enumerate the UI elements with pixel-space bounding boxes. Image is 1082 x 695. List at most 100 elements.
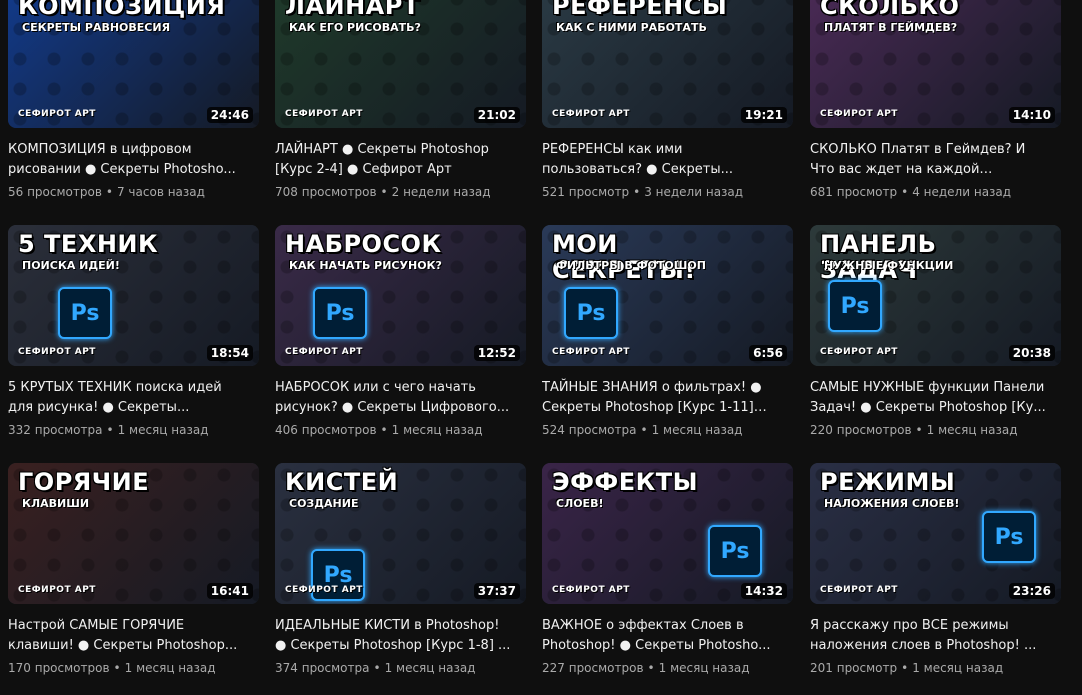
video-card[interactable]: МОИ СЕКРЕТЫ! ФИЛЬТРЫ В ФОТОШОП Ps СЕФИРОТ А… — [542, 225, 793, 437]
video-title-link[interactable]: ТАЙНЫЕ ЗНАНИЯ о фильтрах! ● Секреты Phot… — [542, 378, 778, 418]
photoshop-logo-icon: Ps — [58, 287, 112, 339]
video-card[interactable]: РЕЖИМЫ НАЛОЖЕНИЯ СЛОЕВ! Ps СЕФИРОТ АРТ 23:26… — [810, 463, 1061, 675]
thumbnail-title: ЛАЙНАРТ — [285, 0, 420, 20]
separator-dot: • — [380, 423, 388, 437]
thumbnail-subtitle: ПЛАТЯТ В ГЕЙМДЕВ? — [824, 21, 958, 34]
thumbnail-title: КИСТЕЙ — [285, 468, 399, 496]
video-thumbnail[interactable]: ПАНЕЛЬ ЗАДАЧ НУЖНЫЕ ФУНКЦИИ Ps СЕФИРОТ АРТ 2… — [810, 225, 1061, 366]
channel-brand-label: СЕФИРОТ АРТ — [552, 109, 630, 119]
video-card[interactable]: ПАНЕЛЬ ЗАДАЧ НУЖНЫЕ ФУНКЦИИ Ps СЕФИРОТ АРТ 2… — [810, 225, 1061, 437]
thumbnail-title: МОИ СЕКРЕТЫ! — [552, 230, 696, 284]
upload-age: 1 месяц назад — [117, 423, 209, 437]
upload-age: 1 месяц назад — [912, 661, 1004, 675]
view-count: 220 просмотров — [810, 423, 912, 437]
thumbnail-title: ЭФФЕКТЫ — [552, 468, 698, 496]
channel-brand-label: СЕФИРОТ АРТ — [18, 585, 96, 595]
thumbnail-subtitle: НАЛОЖЕНИЯ СЛОЕВ! — [824, 497, 960, 510]
view-count: 406 просмотров — [275, 423, 377, 437]
view-count: 332 просмотра — [8, 423, 103, 437]
upload-age: 7 часов назад — [116, 185, 205, 199]
separator-dot: • — [901, 185, 909, 199]
separator-dot: • — [373, 661, 381, 675]
video-thumbnail[interactable]: ЭФФЕКТЫ СЛОЕВ! Ps СЕФИРОТ АРТ 14:32 — [542, 463, 793, 604]
video-card[interactable]: ЭФФЕКТЫ СЛОЕВ! Ps СЕФИРОТ АРТ 14:32 ВАЖНОЕ о … — [542, 463, 793, 675]
video-thumbnail[interactable]: КИСТЕЙ СОЗДАНИЕ Ps СЕФИРОТ АРТ 37:37 — [275, 463, 526, 604]
channel-brand-label: СЕФИРОТ АРТ — [285, 347, 363, 357]
video-card[interactable]: КОМПОЗИЦИЯ СЕКРЕТЫ РАВНОВЕСИЯ СЕФИРОТ АРТ 2… — [8, 0, 259, 199]
video-title-link[interactable]: ИДЕАЛЬНЫЕ КИСТИ в Photoshop! ● Секреты P… — [275, 616, 511, 656]
photoshop-logo-icon: Ps — [564, 287, 618, 339]
thumbnail-subtitle: КАК С НИМИ РАБОТАТЬ — [556, 21, 707, 34]
video-metadata: 708 просмотров • 2 недели назад — [275, 185, 526, 199]
thumbnail-title: РЕЖИМЫ — [820, 468, 956, 496]
thumbnail-subtitle: КАК ЕГО РИСОВАТЬ? — [289, 21, 421, 34]
video-title-link[interactable]: КОМПОЗИЦИЯ в цифровом рисовании ● Секрет… — [8, 140, 244, 180]
duration-badge: 20:38 — [1008, 345, 1055, 361]
upload-age: 1 месяц назад — [384, 661, 476, 675]
video-thumbnail[interactable]: РЕФЕРЕНСЫ КАК С НИМИ РАБОТАТЬ СЕФИРОТ АРТ 1… — [542, 0, 793, 128]
video-title-link[interactable]: Настрой САМЫЕ ГОРЯЧИЕ клавиши! ● Секреты… — [8, 616, 244, 656]
separator-dot: • — [640, 423, 648, 437]
upload-age: 1 месяц назад — [124, 661, 216, 675]
separator-dot: • — [647, 661, 655, 675]
separator-dot: • — [915, 423, 923, 437]
channel-brand-label: СЕФИРОТ АРТ — [552, 347, 630, 357]
duration-badge: 16:41 — [206, 583, 253, 599]
thumbnail-title: ГОРЯЧИЕ — [18, 468, 150, 496]
view-count: 227 просмотров — [542, 661, 644, 675]
video-thumbnail[interactable]: ГОРЯЧИЕ КЛАВИШИ СЕФИРОТ АРТ 16:41 — [8, 463, 259, 604]
view-count: 56 просмотров — [8, 185, 102, 199]
thumbnail-subtitle: ПОИСКА ИДЕЙ! — [22, 259, 120, 272]
upload-age: 3 недели назад — [644, 185, 744, 199]
video-thumbnail[interactable]: СКОЛЬКО ПЛАТЯТ В ГЕЙМДЕВ? СЕФИРОТ АРТ 14:10 — [810, 0, 1061, 128]
duration-badge: 14:10 — [1008, 107, 1055, 123]
video-thumbnail[interactable]: КОМПОЗИЦИЯ СЕКРЕТЫ РАВНОВЕСИЯ СЕФИРОТ АРТ 2… — [8, 0, 259, 128]
video-thumbnail[interactable]: 5 ТЕХНИК ПОИСКА ИДЕЙ! Ps СЕФИРОТ АРТ 18:54 — [8, 225, 259, 366]
video-title-link[interactable]: РЕФЕРЕНСЫ как ими пользоваться? ● Секрет… — [542, 140, 778, 180]
photoshop-logo-icon: Ps — [982, 511, 1036, 563]
video-title-link[interactable]: ВАЖНОЕ о эффектах Слоев в Photoshop! ● С… — [542, 616, 778, 656]
upload-age: 2 недели назад — [391, 185, 491, 199]
channel-brand-label: СЕФИРОТ АРТ — [18, 109, 96, 119]
photoshop-logo-icon: Ps — [313, 287, 367, 339]
video-title-link[interactable]: НАБРОСОК или с чего начать рисунок? ● Се… — [275, 378, 511, 418]
thumbnail-title: НАБРОСОК — [285, 230, 442, 258]
video-title-link[interactable]: СКОЛЬКО Платят в Геймдев? И Что вас ждет… — [810, 140, 1046, 180]
channel-brand-label: СЕФИРОТ АРТ — [18, 347, 96, 357]
channel-brand-label: СЕФИРОТ АРТ — [552, 585, 630, 595]
video-metadata: 201 просмотр • 1 месяц назад — [810, 661, 1061, 675]
thumbnail-subtitle: КЛАВИШИ — [22, 497, 90, 510]
video-title-link[interactable]: 5 КРУТЫХ ТЕХНИК поиска идей для рисунка!… — [8, 378, 244, 418]
upload-age: 1 месяц назад — [651, 423, 743, 437]
duration-badge: 24:46 — [206, 107, 253, 123]
video-card[interactable]: КИСТЕЙ СОЗДАНИЕ Ps СЕФИРОТ АРТ 37:37 ИДЕАЛЬНЫ… — [275, 463, 526, 675]
separator-dot: • — [380, 185, 388, 199]
video-metadata: 524 просмотра • 1 месяц назад — [542, 423, 793, 437]
video-card[interactable]: ЛАЙНАРТ КАК ЕГО РИСОВАТЬ? СЕФИРОТ АРТ 21:02… — [275, 0, 526, 199]
video-card[interactable]: СКОЛЬКО ПЛАТЯТ В ГЕЙМДЕВ? СЕФИРОТ АРТ 14:10… — [810, 0, 1061, 199]
video-thumbnail[interactable]: МОИ СЕКРЕТЫ! ФИЛЬТРЫ В ФОТОШОП Ps СЕФИРОТ А… — [542, 225, 793, 366]
channel-brand-label: СЕФИРОТ АРТ — [820, 347, 898, 357]
video-metadata: 227 просмотров • 1 месяц назад — [542, 661, 793, 675]
duration-badge: 37:37 — [473, 583, 520, 599]
upload-age: 1 месяц назад — [391, 423, 483, 437]
video-title-link[interactable]: Я расскажу про ВСЕ режимы наложения слое… — [810, 616, 1046, 656]
duration-badge: 6:56 — [749, 345, 787, 361]
video-card[interactable]: ГОРЯЧИЕ КЛАВИШИ СЕФИРОТ АРТ 16:41 Настрой СА… — [8, 463, 259, 675]
duration-badge: 14:32 — [740, 583, 787, 599]
video-thumbnail[interactable]: ЛАЙНАРТ КАК ЕГО РИСОВАТЬ? СЕФИРОТ АРТ 21:02 — [275, 0, 526, 128]
video-card[interactable]: НАБРОСОК КАК НАЧАТЬ РИСУНОК? Ps СЕФИРОТ АРТ… — [275, 225, 526, 437]
video-title-link[interactable]: САМЫЕ НУЖНЫЕ функции Панели Задач! ● Сек… — [810, 378, 1046, 418]
video-title-link[interactable]: ЛАЙНАРТ ● Секреты Photoshop [Курс 2-4] ●… — [275, 140, 511, 180]
duration-badge: 12:52 — [473, 345, 520, 361]
thumbnail-subtitle: СЛОЕВ! — [556, 497, 604, 510]
video-thumbnail[interactable]: РЕЖИМЫ НАЛОЖЕНИЯ СЛОЕВ! Ps СЕФИРОТ АРТ 23:26 — [810, 463, 1061, 604]
view-count: 524 просмотра — [542, 423, 637, 437]
separator-dot: • — [633, 185, 641, 199]
separator-dot: • — [106, 423, 114, 437]
video-card[interactable]: РЕФЕРЕНСЫ КАК С НИМИ РАБОТАТЬ СЕФИРОТ АРТ 1… — [542, 0, 793, 199]
separator-dot: • — [105, 185, 113, 199]
video-card[interactable]: 5 ТЕХНИК ПОИСКА ИДЕЙ! Ps СЕФИРОТ АРТ 18:54 5 … — [8, 225, 259, 437]
video-metadata: 56 просмотров • 7 часов назад — [8, 185, 259, 199]
video-thumbnail[interactable]: НАБРОСОК КАК НАЧАТЬ РИСУНОК? Ps СЕФИРОТ АРТ… — [275, 225, 526, 366]
